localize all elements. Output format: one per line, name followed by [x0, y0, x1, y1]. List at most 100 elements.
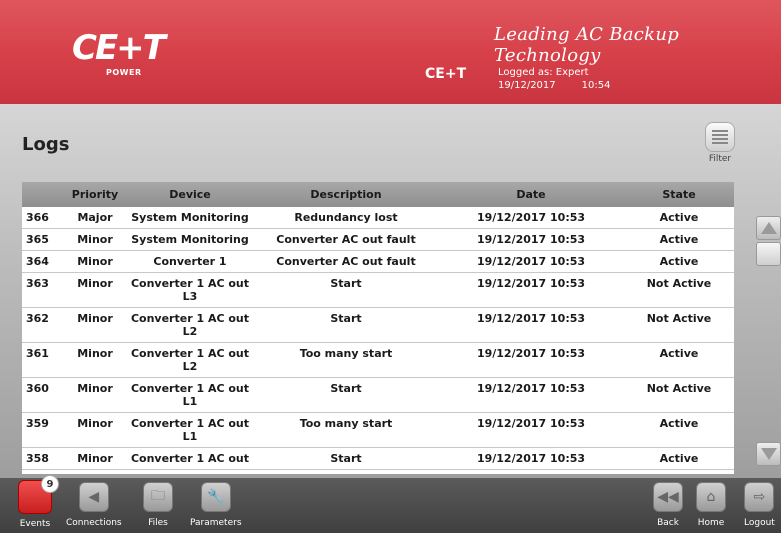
table-row[interactable]: 358 Minor Converter 1 AC out Start 19/12… — [22, 448, 734, 470]
cell-state: Active — [659, 452, 699, 465]
table-row[interactable]: 366 Major System Monitoring Redundancy l… — [22, 207, 734, 229]
table-row[interactable]: 365 Minor System Monitoring Converter AC… — [22, 229, 734, 251]
table-row[interactable]: 361 Minor Converter 1 AC out L2 Too many … — [22, 343, 734, 378]
cell-state: Not Active — [646, 382, 712, 395]
logo-text: CE+T — [72, 28, 166, 68]
cell-state: Not Active — [646, 312, 712, 325]
cell-description: Start — [330, 382, 362, 395]
cell-date: 19/12/2017 10:53 — [476, 255, 586, 268]
scroll-down-button[interactable] — [756, 442, 781, 466]
cell-device: Converter 1 AC out L1 — [126, 417, 254, 443]
cell-priority: Minor — [77, 312, 113, 325]
main-panel: Logs Filter Priority Device Description … — [0, 104, 781, 478]
table-row[interactable]: 364 Minor Converter 1 Converter AC out f… — [22, 251, 734, 273]
brand-label: CE+T — [425, 66, 467, 82]
logout-button[interactable]: ⇨ Logout — [744, 482, 775, 528]
cell-priority: Minor — [77, 277, 113, 290]
cell-priority: Minor — [77, 255, 113, 268]
cell-device-line2: L2 — [182, 360, 198, 373]
login-info: Logged as: Expert 19/12/2017 10:54 — [498, 66, 610, 92]
cell-device-line1: Converter 1 AC out — [130, 347, 250, 360]
events-label: Events — [19, 519, 51, 529]
cell-priority: Minor — [77, 452, 113, 465]
back-button[interactable]: ◀◀ Back — [653, 482, 683, 528]
cell-date: 19/12/2017 10:53 — [476, 347, 586, 360]
folder-icon[interactable]: 🗀 — [143, 482, 173, 512]
bottom-toolbar: 9 Events ◀ Connections 🗀 Files 🔧 Paramet… — [0, 475, 781, 533]
files-button[interactable]: 🗀 Files — [143, 482, 173, 528]
parameters-label: Parameters — [190, 518, 242, 528]
cell-description: Converter AC out fault — [276, 255, 416, 268]
wrench-icon[interactable]: 🔧 — [200, 482, 231, 512]
scroll-up-button[interactable] — [756, 216, 781, 240]
cell-state: Active — [659, 347, 699, 360]
connections-icon[interactable]: ◀ — [78, 482, 109, 512]
scroll-thumb[interactable] — [756, 242, 781, 266]
home-icon[interactable]: ⌂ — [696, 482, 726, 512]
cell-id: 360 — [26, 382, 49, 395]
cell-state: Not Active — [646, 277, 712, 290]
parameters-button[interactable]: 🔧 Parameters — [190, 482, 242, 528]
events-badge: 9 — [41, 475, 59, 493]
cell-description: Converter AC out fault — [276, 233, 416, 246]
events-icon[interactable]: 9 — [18, 475, 59, 514]
scroll-down-icon — [760, 448, 777, 460]
cell-device-line1: Converter 1 — [153, 255, 227, 268]
cell-id: 364 — [26, 255, 49, 268]
table-row[interactable]: 362 Minor Converter 1 AC out L2 Start 19/… — [22, 308, 734, 343]
cell-priority: Minor — [77, 233, 113, 246]
cell-device-line1: Converter 1 AC out — [130, 417, 250, 430]
cell-description: Too many start — [299, 347, 393, 360]
cell-date: 19/12/2017 10:53 — [476, 452, 586, 465]
filter-icon[interactable] — [705, 122, 735, 152]
events-button[interactable]: 9 Events — [18, 475, 59, 529]
connections-button[interactable]: ◀ Connections — [66, 482, 122, 528]
cell-description: Too many start — [299, 417, 393, 430]
col-header-device[interactable]: Device — [126, 188, 254, 201]
table-scrollbar — [756, 216, 781, 466]
table-row[interactable]: 363 Minor Converter 1 AC out L3 Start 19/… — [22, 273, 734, 308]
cell-date: 19/12/2017 10:53 — [476, 277, 586, 290]
rewind-icon[interactable]: ◀◀ — [653, 482, 683, 512]
cell-priority: Minor — [77, 417, 113, 430]
cell-state: Active — [659, 211, 699, 224]
cell-id: 359 — [26, 417, 49, 430]
cell-id: 366 — [26, 211, 49, 224]
col-header-description[interactable]: Description — [254, 188, 438, 201]
cell-device: System Monitoring — [126, 233, 254, 246]
scroll-up-icon — [760, 222, 777, 234]
col-header-date[interactable]: Date — [438, 188, 624, 201]
cell-device: Converter 1 AC out — [126, 452, 254, 465]
col-header-priority[interactable]: Priority — [64, 188, 126, 201]
cell-date: 19/12/2017 10:53 — [476, 382, 586, 395]
cell-id: 361 — [26, 347, 49, 360]
cell-priority: Major — [77, 211, 113, 224]
cell-device-line1: Converter 1 AC out — [130, 312, 250, 325]
logo-subtext: POWER — [106, 68, 142, 77]
col-header-state[interactable]: State — [624, 188, 734, 201]
cell-device: Converter 1 — [126, 255, 254, 268]
cell-device: System Monitoring — [126, 211, 254, 224]
cell-state: Active — [659, 233, 699, 246]
cell-device-line1: Converter 1 AC out — [130, 277, 250, 290]
logout-label: Logout — [744, 518, 775, 528]
header: CE+T POWER Leading AC Backup Technology … — [0, 0, 781, 104]
cell-date: 19/12/2017 10:53 — [476, 417, 586, 430]
cell-date: 19/12/2017 10:53 — [476, 211, 586, 224]
table-row[interactable]: 359 Minor Converter 1 AC out L1 Too many … — [22, 413, 734, 448]
cell-device-line2: L2 — [182, 325, 198, 338]
cell-date: 19/12/2017 10:53 — [476, 312, 586, 325]
cell-description: Redundancy lost — [294, 211, 398, 224]
cell-device-line2: L1 — [182, 430, 198, 443]
logged-as: Logged as: Expert — [498, 67, 589, 78]
logout-icon[interactable]: ⇨ — [744, 482, 775, 512]
cell-state: Active — [659, 255, 699, 268]
table-row[interactable]: 360 Minor Converter 1 AC out L1 Start 19/… — [22, 378, 734, 413]
header-date: 19/12/2017 — [498, 80, 556, 91]
tagline: Leading AC Backup Technology — [494, 24, 680, 66]
filter-label: Filter — [708, 154, 732, 164]
filter-button[interactable]: Filter — [705, 122, 735, 164]
cell-device: Converter 1 AC out L2 — [126, 347, 254, 373]
home-button[interactable]: ⌂ Home — [696, 482, 726, 528]
back-label: Back — [657, 518, 679, 528]
